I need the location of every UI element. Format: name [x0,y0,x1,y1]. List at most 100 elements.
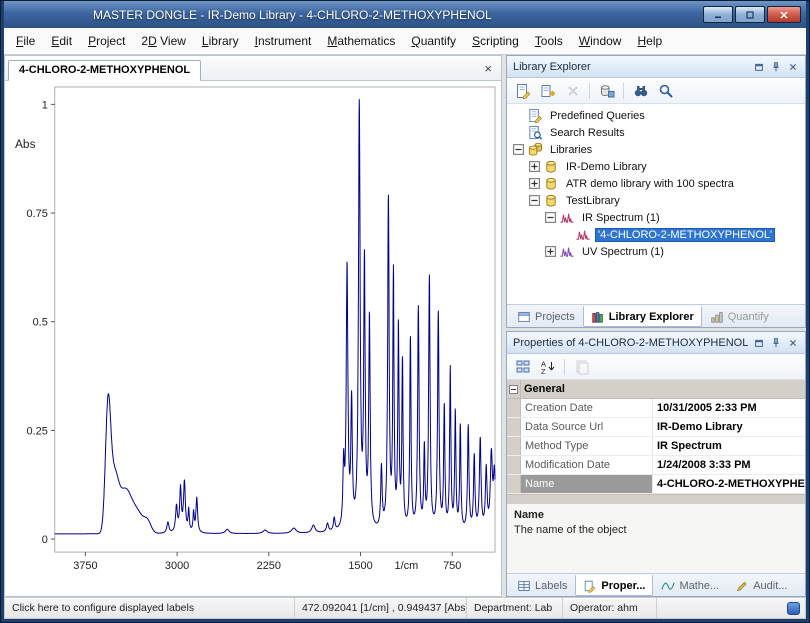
tree-item-search-results[interactable]: Search Results [507,124,805,141]
row-gutter [507,399,521,417]
svg-text:Z: Z [541,367,546,375]
property-row-creation-date[interactable]: Creation Date10/31/2005 2:33 PM [507,399,805,418]
menu-instrument[interactable]: Instrument [247,29,320,53]
property-category-general[interactable]: General [507,380,805,399]
properties-header-buttons [751,335,801,350]
menu-edit[interactable]: Edit [43,29,80,53]
menu-scripting[interactable]: Scripting [464,29,527,53]
spectrum-icon [575,227,591,242]
menu-help[interactable]: Help [629,29,670,53]
maximize-button[interactable] [735,6,765,23]
collapse-icon[interactable] [509,385,518,394]
x-tick-label: 1500 [348,560,372,572]
library-explorer-title: Library Explorer [513,61,751,73]
tab-audit[interactable]: Audit... [727,576,795,596]
property-row-method-type[interactable]: Method TypeIR Spectrum [507,437,805,456]
tree-item-predefined-queries[interactable]: Predefined Queries [507,107,805,124]
property-row-data-source-url[interactable]: Data Source UrlIR-Demo Library [507,418,805,437]
tree-item-uv-spectrum-1[interactable]: UV Spectrum (1) [507,243,805,260]
property-name: Name [521,475,653,493]
collapse-icon[interactable] [545,212,556,223]
menu-file[interactable]: File [8,29,43,53]
y-tick-label: 0.75 [27,208,48,220]
new-query-button[interactable] [511,80,534,101]
menu-mathematics[interactable]: Mathematics [319,29,403,53]
property-description: Name The name of the object [507,503,805,573]
tab-library-explorer[interactable]: Library Explorer [583,306,702,327]
close-button[interactable] [767,6,801,23]
explorer-tab-strip: Projects Library Explorer Quantify [507,304,805,327]
properties-header: Properties of 4-CHLORO-2-METHOXYPHENOL [507,332,805,354]
expand-icon[interactable] [529,178,540,189]
document-tab[interactable]: 4-CHLORO-2-METHOXYPHENOL [8,60,201,81]
property-category-label: General [521,380,565,398]
row-gutter [507,418,521,436]
tab-label: Library Explorer [609,311,694,323]
properties-tab-strip: LabelsProper...Mathe...Audit... [507,573,805,596]
properties-toolbar: AZ [507,354,805,380]
expand-icon[interactable] [529,161,540,172]
menu-project[interactable]: Project [80,29,133,53]
tab-labels[interactable]: Labels [509,576,575,596]
status-filler [657,598,805,618]
tree-item-label: Predefined Queries [547,109,648,123]
library-manager-button[interactable] [595,80,618,101]
property-value: 4-CHLORO-2-METHOXYPHENOL [653,475,805,493]
add-query-button[interactable] [536,80,559,101]
tree-item-4-chloro-2-methoxyphenol[interactable]: '4-CHLORO-2-METHOXYPHENOL' [507,226,805,243]
menu-window[interactable]: Window [571,29,630,53]
y-tick-label: 0.5 [33,317,48,329]
alphabetical-sort-button[interactable]: AZ [536,356,559,377]
property-name: Data Source Url [521,418,653,436]
tree-item-libraries[interactable]: Libraries [507,141,805,158]
property-description-title: Name [514,509,798,521]
document-close-icon[interactable]: × [479,62,497,80]
menu-quantify[interactable]: Quantify [403,29,464,53]
collapse-icon[interactable] [529,195,540,206]
menu-tools[interactable]: Tools [527,29,571,53]
delete-icon [565,83,581,99]
properties-panel: Properties of 4-CHLORO-2-METHOXYPHENOL A… [506,331,806,597]
property-description-text: The name of the object [514,524,798,536]
properties-tab-icon [583,579,597,593]
find-in-library-button[interactable] [654,80,677,101]
pin-button[interactable] [768,335,784,350]
categorized-button[interactable] [511,356,534,377]
libraries-icon [527,142,543,157]
float-button[interactable] [751,335,767,350]
x-tick-label: 3750 [73,560,97,572]
tab-projects[interactable]: Projects [509,307,583,327]
search-library-icon [633,83,649,99]
property-row-modification-date[interactable]: Modification Date1/24/2008 3:33 PM [507,456,805,475]
tree-item-ir-demo-library[interactable]: IR-Demo Library [507,158,805,175]
x-tick-label: 3000 [165,560,189,572]
close-small-button[interactable] [785,59,801,74]
status-indicator-icon[interactable] [787,602,800,615]
library-explorer-panel: Library Explorer Predefined QueriesSearc… [506,55,806,328]
library-icon [543,176,559,191]
expand-icon[interactable] [545,246,556,257]
search-library-button[interactable] [629,80,652,101]
spectrum-plot[interactable]: 00.250.50.751Abs37503000225015007501/cm [5,81,501,596]
tab-proper[interactable]: Proper... [575,575,653,596]
tree-item-ir-spectrum-1[interactable]: IR Spectrum (1) [507,209,805,226]
pin-button[interactable] [768,59,784,74]
spectrum-chart[interactable]: 00.250.50.751Abs37503000225015007501/cm [5,81,501,596]
tree-item-atr-demo-library-with-100-spectra[interactable]: ATR demo library with 100 spectra [507,175,805,192]
tab-mathe[interactable]: Mathe... [653,576,727,596]
property-value: 1/24/2008 3:33 PM [653,456,805,474]
collapse-icon[interactable] [513,144,524,155]
spectrum-document-panel: 4-CHLORO-2-METHOXYPHENOL × 00.250.50.751… [4,55,502,597]
delete-button [561,80,584,101]
menu-library[interactable]: Library [194,29,247,53]
library-tree: Predefined QueriesSearch ResultsLibrarie… [507,104,805,304]
property-row-name[interactable]: Name4-CHLORO-2-METHOXYPHENOL [507,475,805,494]
close-small-button[interactable] [785,335,801,350]
menu-2d-view[interactable]: 2D View [133,29,194,53]
properties-title: Properties of 4-CHLORO-2-METHOXYPHENOL [513,337,751,349]
status-segment-0[interactable]: Click here to configure displayed labels [5,598,295,618]
float-button[interactable] [751,59,767,74]
tab-quantify[interactable]: Quantify [702,307,777,327]
minimize-button[interactable] [703,6,733,23]
tree-item-testlibrary[interactable]: TestLibrary [507,192,805,209]
